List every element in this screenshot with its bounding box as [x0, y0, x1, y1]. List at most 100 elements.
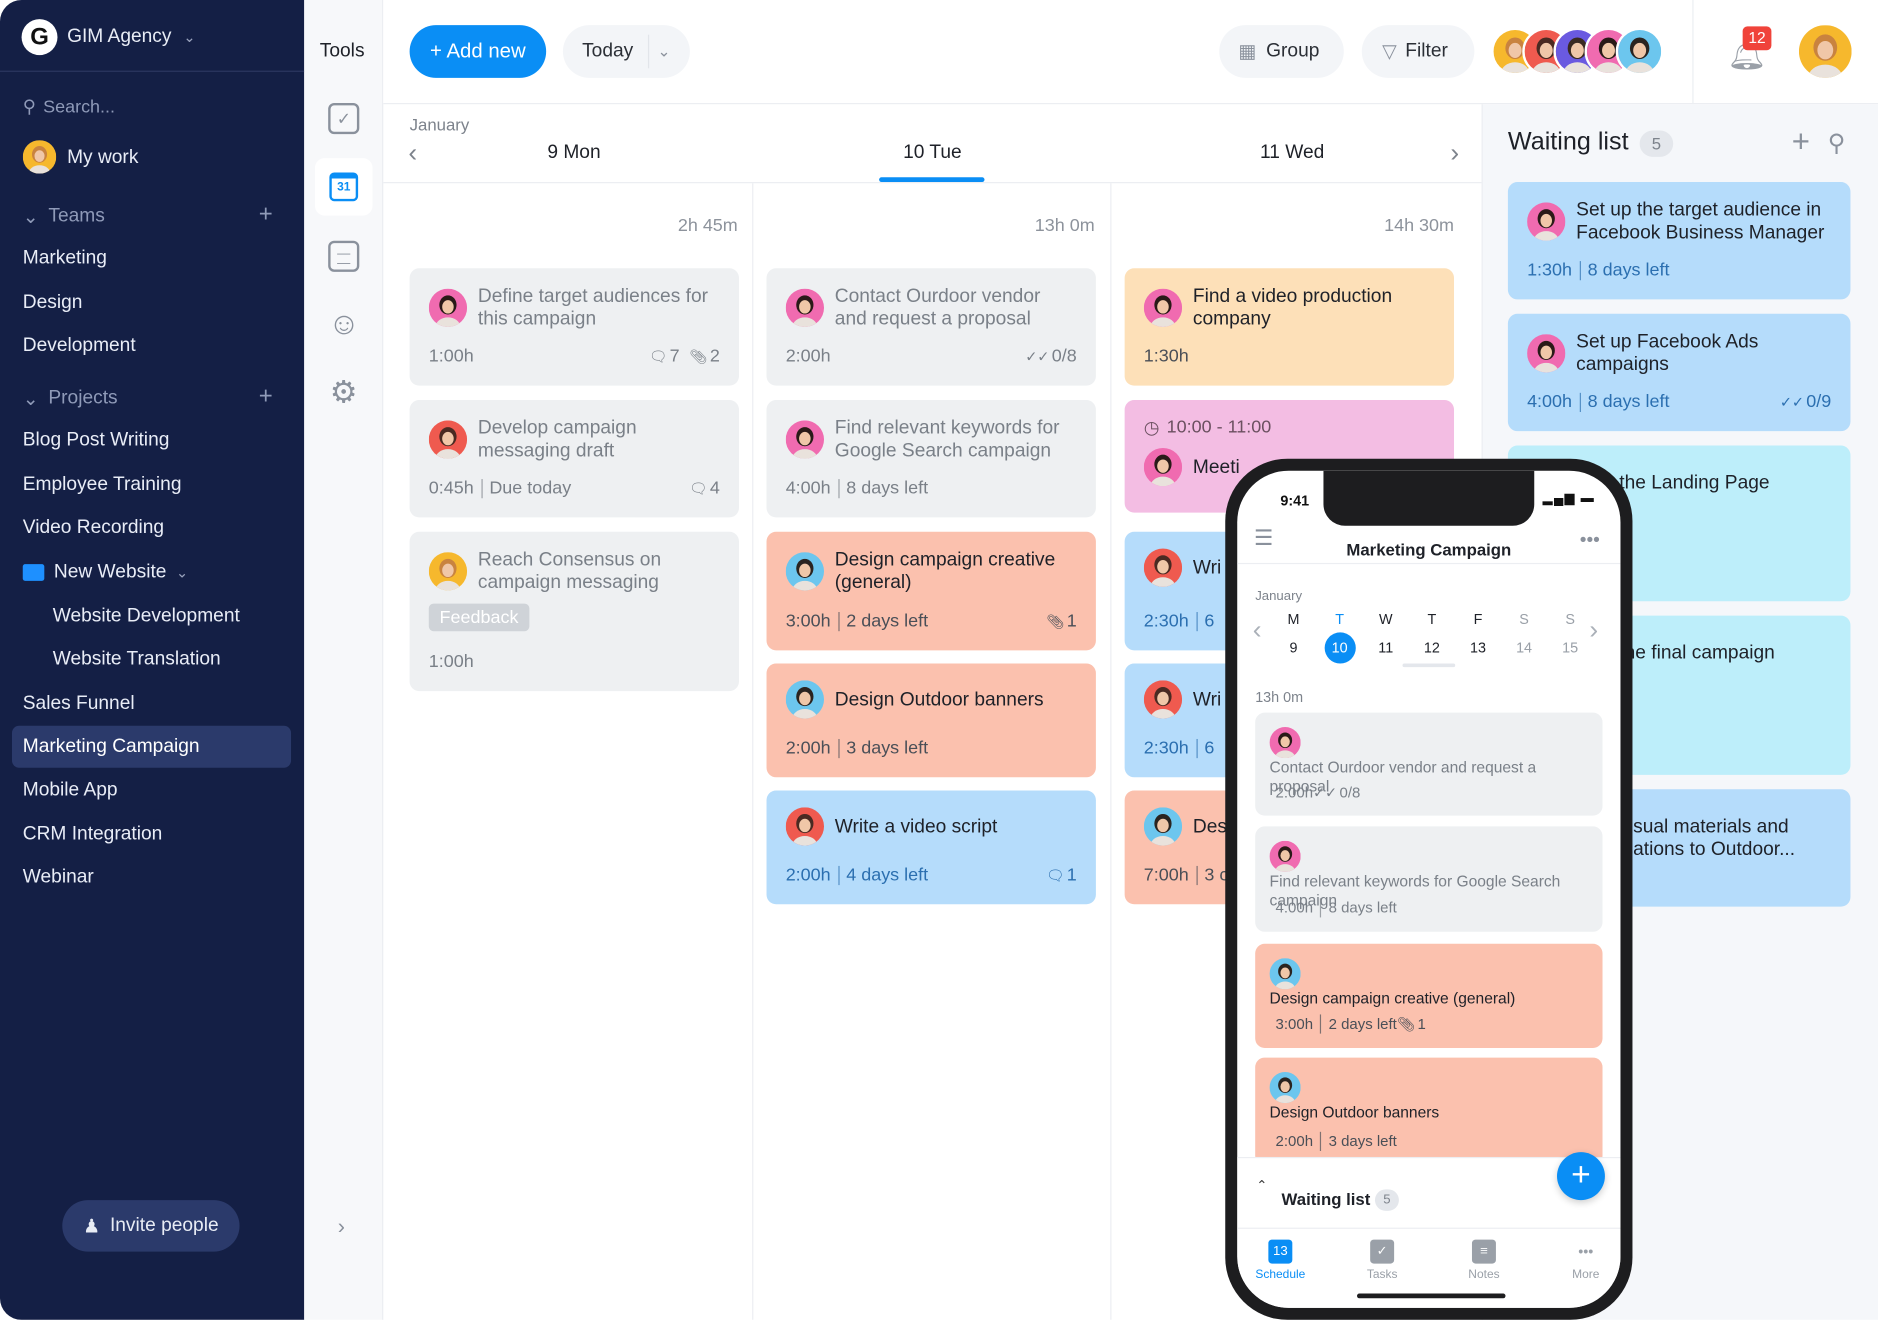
tasks-tool-icon[interactable]: ✓	[328, 103, 360, 135]
sidebar-item-project[interactable]: Website Translation	[53, 649, 221, 671]
task-badges: ✓✓ 0/8	[1025, 346, 1076, 366]
today-button[interactable]: Today ⌄	[562, 25, 690, 78]
sidebar-item-project[interactable]: Mobile App	[23, 780, 118, 802]
task-card[interactable]: Reach Consensus on campaign messaging Fee…	[409, 531, 739, 692]
date-button[interactable]: 15	[1555, 632, 1586, 663]
group-button[interactable]: ▦ Group	[1219, 25, 1344, 78]
task-duration: 4:00h	[1527, 391, 1573, 413]
tag-feedback[interactable]: Feedback	[428, 603, 530, 632]
sidebar-item-project[interactable]: Video Recording	[23, 517, 164, 539]
card-title-row: Set up the target audience in Facebook B…	[1527, 199, 1831, 245]
sidebar-item-marketing-campaign[interactable]: Marketing Campaign	[23, 737, 200, 759]
assignee-avatar	[1269, 727, 1301, 759]
date-selected[interactable]: 10	[1324, 632, 1356, 664]
badge-value: 1	[1066, 864, 1077, 886]
task-duration: 3:00h	[1275, 1015, 1314, 1033]
user-avatar[interactable]	[1798, 25, 1852, 78]
task-title: Set up Facebook Ads campaigns	[1576, 331, 1759, 375]
task-card[interactable]: Find relevant keywords for Google Search…	[1255, 826, 1603, 932]
phone-screen: 9:41 ▂▄▆ ▬ ☰ Marketing Campaign ••• Janu…	[1237, 470, 1621, 1308]
workspace-switcher[interactable]: GIM Agency ⌄	[67, 26, 195, 48]
phone-month: January	[1255, 589, 1303, 604]
add-team-icon[interactable]: +	[259, 201, 273, 229]
projects-section-toggle[interactable]: ⌄ Projects	[23, 387, 118, 411]
prev-week-icon[interactable]: ‹	[1253, 614, 1262, 645]
expand-chevron-icon[interactable]: ›	[338, 1214, 345, 1239]
date-button[interactable]: 14	[1509, 632, 1540, 663]
chevron-down-icon[interactable]: ⌄	[658, 42, 671, 61]
task-card[interactable]: Find a video production company 1:30h	[1124, 268, 1455, 386]
sidebar-item-team[interactable]: Marketing	[23, 248, 107, 270]
phone-add-fab[interactable]: +	[1557, 1152, 1605, 1201]
day-tab[interactable]: 9 Mon	[547, 143, 600, 165]
task-title: Develop campaign messaging draft	[477, 417, 637, 462]
phone-nav-more[interactable]: ••• More	[1550, 1240, 1621, 1281]
sidebar-item-my-work[interactable]: My work	[67, 147, 138, 169]
search-icon[interactable]: ⚲	[1828, 128, 1846, 158]
card-title-row: Find a video production company	[1143, 285, 1435, 331]
add-icon[interactable]: +	[1792, 123, 1810, 160]
task-duration: 2:00h	[785, 737, 831, 759]
team-avatar[interactable]	[1615, 27, 1664, 76]
date-button[interactable]: 12	[1416, 632, 1447, 663]
task-title: Design campaign creative (general)	[1269, 989, 1516, 1008]
next-week-icon[interactable]: ›	[1589, 614, 1598, 645]
task-card[interactable]: Design campaign creative (general) 3:00h 2…	[1255, 943, 1603, 1048]
sidebar-item-team[interactable]: Design	[23, 292, 83, 314]
add-project-icon[interactable]: +	[259, 383, 273, 411]
search-placeholder: Search...	[43, 96, 116, 117]
phone-nav-tasks[interactable]: ✓ Tasks	[1346, 1239, 1418, 1282]
sidebar-item-project[interactable]: Website Development	[53, 606, 240, 628]
sidebar-item-project[interactable]: Employee Training	[23, 474, 182, 496]
sidebar-item-project[interactable]: Blog Post Writing	[23, 430, 170, 452]
day-tab[interactable]: 11 Wed	[1260, 143, 1324, 165]
calendar-tool-button[interactable]: 31	[314, 158, 373, 216]
event-time: ◷ 10:00 - 11:00	[1144, 417, 1435, 439]
settings-gear-icon[interactable]: ⚙	[328, 376, 359, 407]
next-arrow-icon[interactable]: ›	[1450, 138, 1459, 169]
task-due: 8 days left	[1328, 899, 1397, 917]
date-button[interactable]: 9	[1278, 632, 1309, 663]
search-input[interactable]: ⚲ Search...	[23, 96, 116, 117]
date-button[interactable]: 13	[1462, 632, 1493, 663]
prev-arrow-icon[interactable]: ‹	[408, 138, 417, 169]
task-card[interactable]: Write a video script 2:00h 4 days left 🗨︎ 1	[766, 790, 1096, 905]
phone-nav-notes[interactable]: ≡ Notes	[1448, 1239, 1520, 1282]
projects-label: Projects	[48, 388, 118, 409]
task-card[interactable]: Set up Facebook Ads campaigns 4:00h 8 days…	[1507, 313, 1851, 432]
task-card[interactable]: Define target audiences for this campaig…	[409, 268, 739, 386]
phone-waiting-label[interactable]: Waiting list	[1282, 1189, 1371, 1208]
today-label: Today	[582, 40, 634, 62]
sidebar-folder-new-website[interactable]: New Website ⌄	[22, 562, 188, 584]
filter-button[interactable]: ▽ Filter	[1361, 25, 1475, 78]
add-new-button[interactable]: + Add new	[409, 25, 547, 78]
phone-nav-schedule[interactable]: 13 Schedule	[1244, 1239, 1316, 1282]
day-tab-selected[interactable]: 10 Tue	[903, 143, 962, 165]
chevron-up-icon[interactable]: ⌃	[1256, 1177, 1267, 1193]
task-card[interactable]: Contact Ourdoor vendor and request a pro…	[1255, 712, 1603, 816]
sidebar-item-project[interactable]: Sales Funnel	[23, 693, 135, 715]
person-tool-icon[interactable]: ☺	[328, 308, 360, 339]
task-due: 8 days left	[1587, 259, 1670, 281]
sidebar-item-project[interactable]: CRM Integration	[23, 824, 163, 846]
task-card[interactable]: Find relevant keywords for Google Search…	[766, 400, 1096, 518]
task-card[interactable]: Design Outdoor banners 2:00h 3 days left	[1255, 1057, 1603, 1166]
teams-section-toggle[interactable]: ⌄ Teams	[23, 205, 105, 229]
invite-people-button[interactable]: ♟ Invite people	[62, 1200, 240, 1252]
notes-tool-icon[interactable]: — —	[328, 240, 360, 272]
attachment-count: 📎︎ 1	[1397, 1016, 1426, 1033]
more-options-icon[interactable]: •••	[1580, 531, 1600, 553]
more-icon: •••	[1578, 1243, 1594, 1260]
task-card[interactable]: Set up the target audience in Facebook B…	[1507, 182, 1851, 300]
card-title-row: Write a video script	[785, 807, 1077, 846]
sidebar-item-project[interactable]: Webinar	[23, 867, 94, 889]
sidebar-item-team[interactable]: Development	[23, 335, 136, 357]
task-card[interactable]: Develop campaign messaging draft 0:45h Due…	[409, 400, 739, 518]
group-label: Group	[1266, 40, 1320, 62]
task-card[interactable]: Contact Ourdoor vendor and request a pro…	[766, 268, 1096, 386]
assignee-avatar	[428, 552, 468, 591]
date-button[interactable]: 11	[1370, 632, 1401, 663]
task-card[interactable]: Design campaign creative (general) 3:00h 2…	[766, 531, 1096, 651]
task-card[interactable]: Design Outdoor banners 2:00h 3 days left	[766, 663, 1096, 778]
task-due: 4 days left	[846, 864, 929, 886]
